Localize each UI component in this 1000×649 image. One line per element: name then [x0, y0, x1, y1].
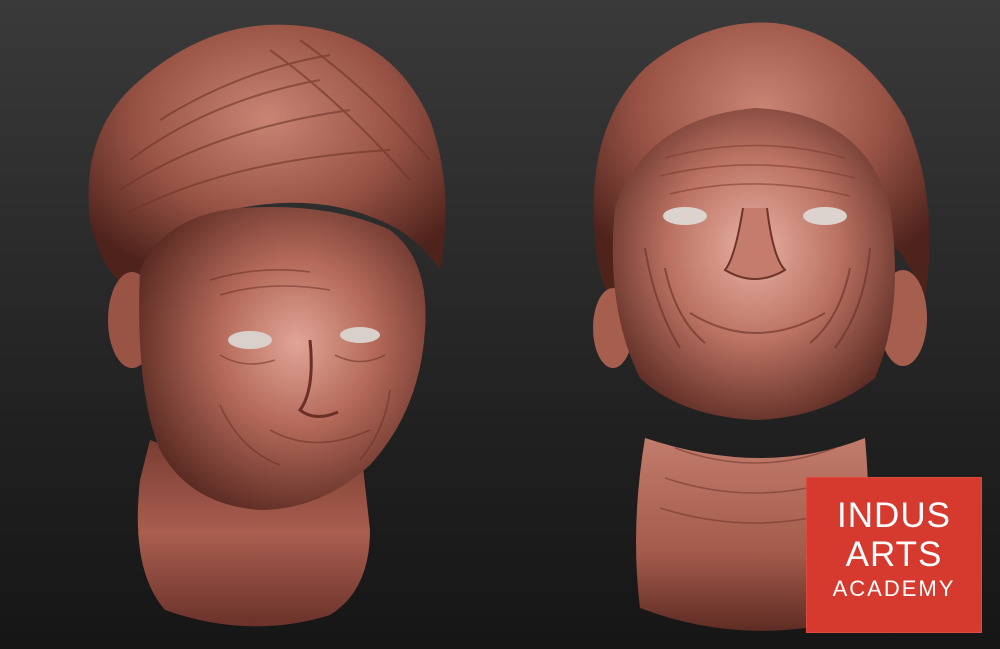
logo-line-indus: INDUS — [837, 496, 951, 535]
indus-arts-academy-logo: INDUS ARTS ACADEMY — [806, 477, 982, 633]
logo-line-academy: ACADEMY — [832, 576, 956, 601]
sculpt-bust-three-quarter-view — [70, 10, 470, 649]
render-viewport: INDUS ARTS ACADEMY — [0, 0, 1000, 649]
logo-line-arts: ARTS — [845, 535, 943, 574]
